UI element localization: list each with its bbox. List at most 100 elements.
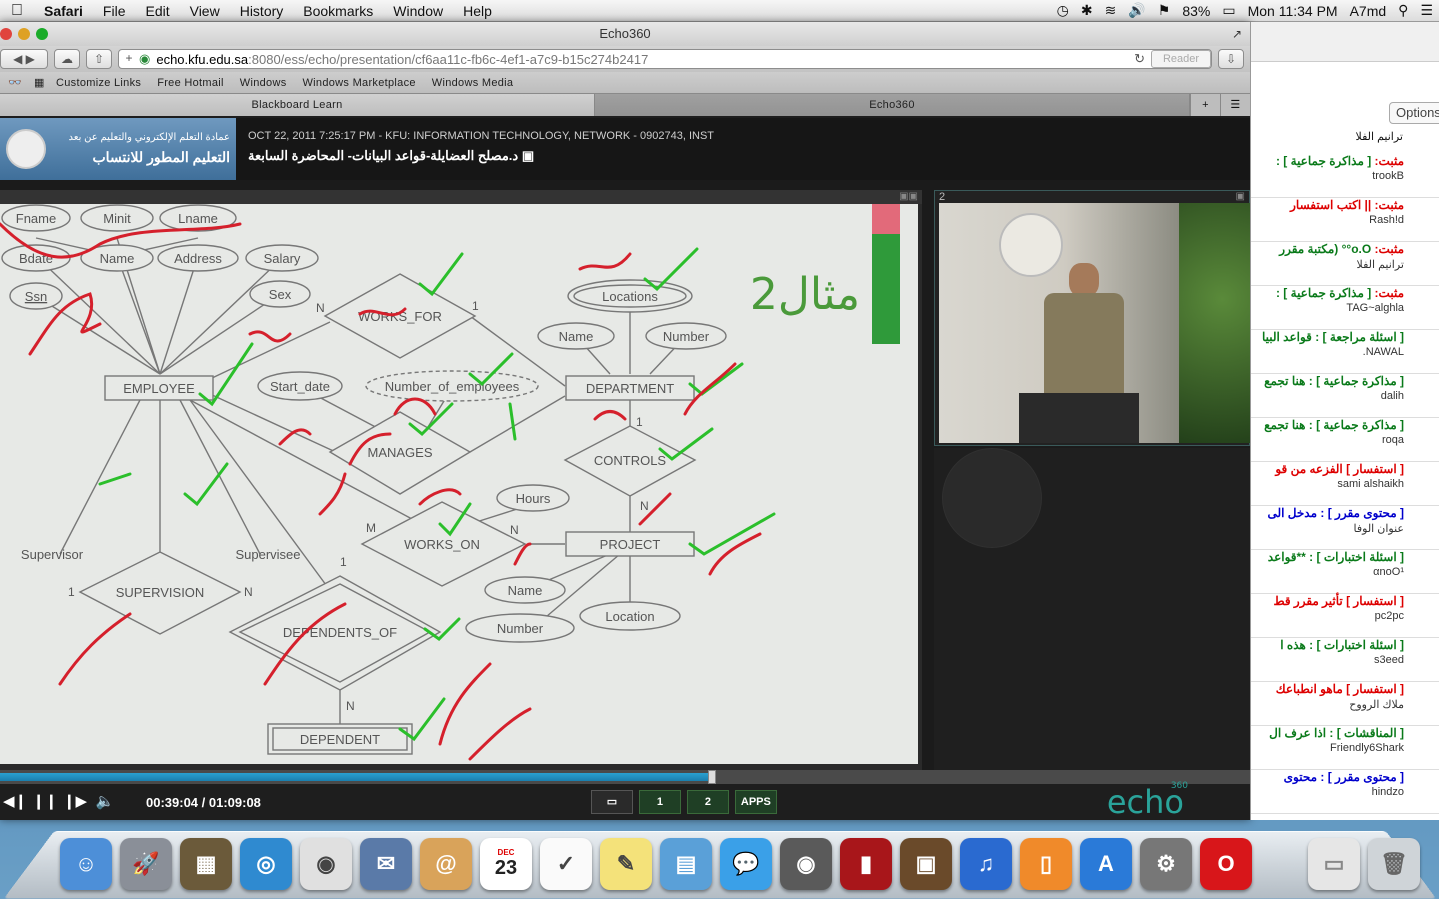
thread-title[interactable]: [ اسئلة اختبارات ] : هذه ا [1251, 638, 1404, 652]
thread-title[interactable]: [ استفسار ] تأثير مقرر قط [1251, 594, 1404, 608]
lecturer-video[interactable] [939, 203, 1250, 443]
thread-item[interactable]: [ مذاكرة جماعية ] : هنا تجمع dalih [1251, 374, 1439, 418]
top-sites-icon[interactable]: ▦ [26, 76, 48, 89]
progress-thumb[interactable] [707, 770, 716, 784]
tab-blackboard-learn[interactable]: Blackboard Learn [0, 94, 595, 116]
spotlight-icon[interactable]: ⚲ [1392, 2, 1414, 19]
thread-item[interactable]: [ مذاكرة جماعية ] : هنا تجمع roqa [1251, 418, 1439, 462]
thread-title[interactable]: [ مذاكرة جماعية ] : هنا تجمع [1251, 418, 1404, 432]
dock-calendar-icon[interactable]: DEC 23 [480, 838, 532, 890]
menu-bookmarks[interactable]: Bookmarks [293, 3, 383, 19]
dock-messages-icon[interactable]: 💬 [720, 838, 772, 890]
add-bookmark-icon[interactable]: + [119, 49, 139, 69]
thread-author[interactable]: NAWAL. [1251, 346, 1404, 358]
fullscreen-icon[interactable]: ↗ [1232, 22, 1242, 46]
address-bar[interactable]: + ◉ echo.kfu.edu.sa :8080/ess/echo/prese… [118, 49, 1212, 69]
bookmark-free-hotmail[interactable]: Free Hotmail [149, 77, 232, 89]
close-window-icon[interactable] [0, 28, 12, 40]
zoom-window-icon[interactable] [36, 28, 48, 40]
thread-item[interactable]: [ استفسار ] ماهو انطباعك ملاك الرووح [1251, 682, 1439, 726]
skip-forward-icon[interactable]: ❙▶ [60, 787, 90, 817]
thread-author[interactable]: TAG~alghla [1251, 302, 1404, 314]
thread-title[interactable]: [ محتوى مقرر ] : محتوى [1251, 770, 1404, 784]
reload-icon[interactable]: ↻ [1134, 51, 1145, 67]
apps-button[interactable]: APPS [734, 790, 777, 814]
thread-title[interactable]: مثبت: || اكتب استفسار [1251, 198, 1404, 212]
share-icon[interactable]: ⇧ [86, 49, 112, 69]
menu-help[interactable]: Help [453, 3, 502, 19]
dock-opera-icon[interactable]: O [1200, 838, 1252, 890]
dock-itunes-icon[interactable]: ♫ [960, 838, 1012, 890]
thread-title[interactable]: [ استفسار ] ماهو انطباعك [1251, 682, 1404, 696]
thread-title[interactable]: [ مذاكرة جماعية ] : هنا تجمع [1251, 374, 1404, 388]
volume-control-icon[interactable]: 🔈 [90, 787, 120, 817]
bookmark-customize-links[interactable]: Customize Links [48, 77, 149, 89]
reader-button[interactable]: Reader [1151, 50, 1211, 68]
icloud-tabs-icon[interactable]: ☁ [54, 49, 80, 69]
dock-trash-icon[interactable]: 🗑 [1368, 838, 1420, 890]
thread-item[interactable]: مثبت: o.O°° (مكتبة مقرر ترانيم الفلا [1251, 242, 1439, 286]
thread-title[interactable]: [ محتوى مقرر ] : مدخل الى [1251, 506, 1404, 520]
user-name[interactable]: A7md [1344, 3, 1393, 19]
dock-photo-booth-icon[interactable]: ▦ [180, 838, 232, 890]
bookmark-windows-marketplace[interactable]: Windows Marketplace [295, 77, 424, 89]
thread-item[interactable]: [ محتوى مقرر ] : محتوى hindzo [1251, 770, 1439, 814]
thread-author[interactable]: Friendly6Shark [1251, 742, 1404, 754]
dock-finder-icon[interactable]: ☺ [60, 838, 112, 890]
thread-title[interactable]: مثبت: [ مذاكرة جماعية ] : [1251, 154, 1404, 168]
thread-item[interactable]: [ محتوى مقرر ] : مدخل الى عنوان الوفا [1251, 506, 1439, 550]
dock-ibooks-icon[interactable]: ▯ [1020, 838, 1072, 890]
thread-item[interactable]: [ استفسار ] الفزعه من قو sami alshaikh [1251, 462, 1439, 506]
options-button[interactable]: Options [1389, 102, 1439, 124]
thread-item[interactable]: [ المناقشات ] : اذا عرف ال Friendly6Shark [1251, 726, 1439, 770]
view-2-button[interactable]: 2 [686, 790, 729, 814]
menu-history[interactable]: History [230, 3, 294, 19]
notification-center-icon[interactable]: ☰ [1414, 2, 1439, 19]
menu-edit[interactable]: Edit [135, 3, 179, 19]
thread-item[interactable]: [ استفسار ] تأثير مقرر قط pc2pc [1251, 594, 1439, 638]
thread-author[interactable]: s3eed [1251, 654, 1404, 666]
bluetooth-icon[interactable]: ✱ [1075, 2, 1099, 19]
thread-item[interactable]: [ اسئلة اختبارات ] : هذه ا s3eed [1251, 638, 1439, 682]
thread-item[interactable]: مثبت: || اكتب استفسار Rash!d [1251, 198, 1439, 242]
input-flag-icon[interactable]: ⚑ [1152, 2, 1177, 19]
menu-window[interactable]: Window [383, 3, 453, 19]
battery-icon[interactable]: ▭ [1216, 2, 1241, 19]
thread-author[interactable]: dalih [1251, 390, 1404, 402]
dock-app-store-icon[interactable]: A [1080, 838, 1132, 890]
thread-author[interactable]: ملاك الرووح [1251, 698, 1404, 711]
thread-title[interactable]: [ اسئلة اختبارات ] : **قواعد [1251, 550, 1404, 564]
dock-safari-icon[interactable]: ◎ [240, 838, 292, 890]
wifi-icon[interactable]: ≋ [1099, 2, 1123, 19]
layout-toggle-icon[interactable]: ▭ [590, 790, 633, 814]
thread-author[interactable]: sami alshaikh [1251, 478, 1404, 490]
pause-icon[interactable]: ❙❙ [30, 787, 60, 817]
menu-view[interactable]: View [180, 3, 230, 19]
dock-chrome-icon[interactable]: ◉ [300, 838, 352, 890]
minimize-window-icon[interactable] [18, 28, 30, 40]
back-forward-button[interactable]: ◀ ▶ [0, 49, 48, 69]
battery-status[interactable]: 83% [1176, 3, 1216, 19]
volume-icon[interactable]: 🔊 [1122, 2, 1151, 19]
thread-item[interactable]: [ اسئلة مراجعة ] : قواعد البيا NAWAL. [1251, 330, 1439, 374]
dock-photo-booth-2-icon[interactable]: ▮ [840, 838, 892, 890]
dock-notes-icon[interactable]: ✎ [600, 838, 652, 890]
downloads-icon[interactable]: ⇩ [1218, 49, 1244, 69]
thread-author[interactable]: αnoO¹ [1251, 566, 1404, 578]
thread-title[interactable]: [ استفسار ] الفزعه من قو [1251, 462, 1404, 476]
video-panel-resize-icon[interactable]: ▣ [1236, 191, 1245, 202]
dock-drive-icon[interactable]: ▭ [1308, 838, 1360, 890]
thread-author[interactable]: Rash!d [1251, 214, 1404, 226]
clock[interactable]: Mon 11:34 PM [1242, 3, 1344, 19]
external-link-icon[interactable]: ▣ [522, 148, 534, 163]
view-1-button[interactable]: 1 [638, 790, 681, 814]
er-diagram-slide[interactable]: Fname Minit Lname Bdate Name Address Sal… [0, 204, 918, 764]
thread-title[interactable]: [ اسئلة مراجعة ] : قواعد البيا [1251, 330, 1404, 344]
thread-author[interactable]: pc2pc [1251, 610, 1404, 622]
dock-reminders-icon[interactable]: ✓ [540, 838, 592, 890]
new-tab-icon[interactable]: + [1190, 94, 1220, 116]
tab-echo360[interactable]: Echo360 [595, 94, 1190, 116]
apple-menu-icon[interactable]:  [0, 2, 34, 20]
dock-facetime-icon[interactable]: ◉ [780, 838, 832, 890]
dock-launchpad-icon[interactable]: 🚀 [120, 838, 172, 890]
